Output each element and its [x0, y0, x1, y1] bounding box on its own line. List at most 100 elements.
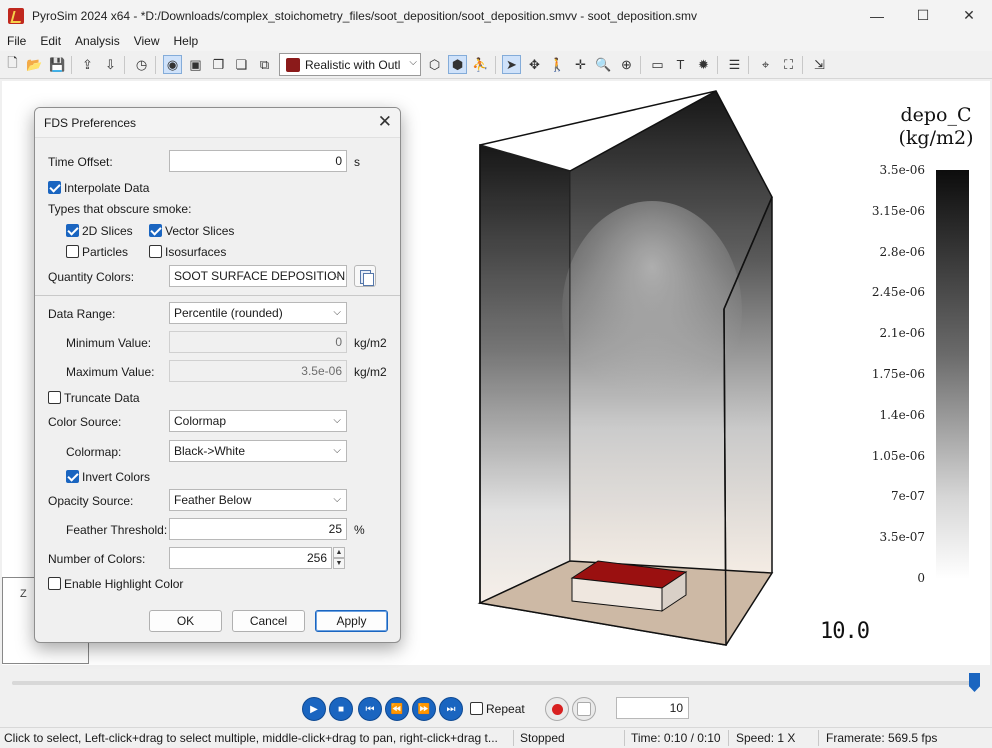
truncate-label: Truncate Data	[64, 391, 140, 405]
play-icon[interactable]: ▶	[302, 697, 326, 721]
reset-view-icon[interactable]: ⇲	[810, 55, 829, 74]
dialog-title: FDS Preferences	[44, 116, 137, 130]
ok-button[interactable]: OK	[149, 610, 222, 632]
render-mode-value: Realistic with Outl	[305, 57, 401, 72]
repeat-checkbox[interactable]	[470, 702, 483, 715]
opacity-source-label: Opacity Source:	[48, 494, 134, 508]
smoke-view-icon[interactable]: ◉	[163, 55, 182, 74]
menu-view[interactable]: View	[127, 31, 167, 51]
colorbar-title: depo_C (kg/m2)	[886, 104, 986, 150]
crosshair-icon[interactable]: ⌖	[756, 55, 775, 74]
cancel-button[interactable]: Cancel	[232, 610, 305, 632]
pan-icon[interactable]: ✛	[571, 55, 590, 74]
status-hint: Click to select, Left-click+drag to sele…	[4, 731, 498, 745]
min-value-input: 0	[169, 331, 347, 353]
clock-icon[interactable]: ◷	[132, 55, 151, 74]
export-icon[interactable]: ⇪	[78, 55, 97, 74]
orbit-icon[interactable]: ✥	[525, 55, 544, 74]
window-title: PyroSim 2024 x64 - *D:/Downloads/complex…	[32, 8, 697, 23]
2d-slices-checkbox[interactable]	[66, 224, 79, 237]
menu-analysis[interactable]: Analysis	[68, 31, 127, 51]
open-folder-icon[interactable]: 📂	[25, 55, 44, 74]
opacity-source-select[interactable]: Feather Below ⌵	[169, 489, 347, 511]
select-pointer-icon[interactable]: ➤	[502, 55, 521, 74]
menu-file[interactable]: File	[0, 31, 33, 51]
record-icon[interactable]	[545, 697, 569, 721]
particles-checkbox[interactable]	[66, 245, 79, 258]
copy-colors-icon[interactable]	[354, 265, 376, 287]
colormap-select[interactable]: Black->White ⌵	[169, 440, 347, 462]
text-icon[interactable]: T	[671, 55, 690, 74]
zoom-icon[interactable]: 🔍	[594, 55, 613, 74]
walk-icon[interactable]: 🚶	[548, 55, 567, 74]
step-forward-icon[interactable]: ⏩	[412, 697, 436, 721]
group-view-icon[interactable]: ❏	[232, 55, 251, 74]
person-view-icon[interactable]: ⛹	[471, 55, 490, 74]
isosurfaces-checkbox[interactable]	[149, 245, 162, 258]
time-offset-input[interactable]: 0	[169, 150, 347, 172]
close-icon[interactable]: ✕	[378, 112, 392, 132]
interpolate-checkbox[interactable]	[48, 181, 61, 194]
gear-icon[interactable]: ✹	[694, 55, 713, 74]
invert-colors-checkbox[interactable]	[66, 470, 79, 483]
title-bar: PyroSim 2024 x64 - *D:/Downloads/complex…	[0, 0, 992, 31]
render-mode-select[interactable]: Realistic with Outl ⌵	[279, 53, 421, 76]
maximize-button[interactable]: ☐	[900, 0, 946, 31]
colorbar-tick: 2.8e-06	[879, 244, 925, 259]
skip-to-start-icon[interactable]: ⏮	[358, 697, 382, 721]
time-offset-label: Time Offset:	[48, 155, 113, 169]
stop-record-icon[interactable]	[572, 697, 596, 721]
ruler-icon[interactable]: ▭	[648, 55, 667, 74]
status-speed: Speed: 1 X	[736, 731, 796, 745]
timeline-progress	[12, 681, 980, 685]
status-bar: Click to select, Left-click+drag to sele…	[0, 727, 992, 748]
max-value-label: Maximum Value:	[66, 365, 155, 379]
number-of-colors-input[interactable]: 256	[169, 547, 332, 569]
step-back-icon[interactable]: ⏪	[385, 697, 409, 721]
menu-help[interactable]: Help	[167, 31, 206, 51]
vector-slices-label: Vector Slices	[165, 224, 235, 238]
number-of-colors-label: Number of Colors:	[48, 552, 146, 566]
color-source-select[interactable]: Colormap ⌵	[169, 410, 347, 432]
fit-view-icon[interactable]: ⛶	[779, 55, 798, 74]
timeline-track[interactable]	[12, 681, 980, 685]
quantity-colors-select[interactable]: SOOT SURFACE DEPOSITION ⌵	[169, 265, 347, 287]
zoom-box-icon[interactable]: ⊕	[617, 55, 636, 74]
highlight-color-checkbox[interactable]	[48, 577, 61, 590]
spin-up-icon[interactable]: ▲	[333, 547, 345, 558]
chevron-down-icon: ⌵	[333, 307, 341, 318]
menu-edit[interactable]: Edit	[33, 31, 68, 51]
colorbar-tick: 0	[917, 571, 925, 585]
isosurfaces-label: Isosurfaces	[165, 245, 227, 259]
copy-view-icon[interactable]: ⧉	[255, 55, 274, 74]
import-icon[interactable]: ⇩	[101, 55, 120, 74]
opacity-source-value: Feather Below	[174, 493, 252, 507]
truncate-checkbox[interactable]	[48, 391, 61, 404]
colorbar-tick: 3.15e-06	[871, 203, 925, 218]
timeline-handle[interactable]	[969, 673, 980, 692]
colorbar-tick: 2.45e-06	[871, 285, 925, 300]
align-icon[interactable]: ☰	[725, 55, 744, 74]
minimize-button[interactable]: —	[854, 0, 900, 31]
wireframe-icon[interactable]: ⬡	[425, 55, 444, 74]
close-window-button[interactable]: ✕	[946, 0, 992, 31]
solid-box-icon[interactable]: ⬢	[448, 55, 467, 74]
frame-input[interactable]: 10	[616, 697, 689, 719]
time-offset-unit: s	[354, 155, 360, 169]
new-file-icon[interactable]: 🗋	[3, 55, 22, 74]
max-value-unit: kg/m2	[354, 365, 387, 379]
layer-view-icon[interactable]: ▣	[186, 55, 205, 74]
color-source-label: Color Source:	[48, 415, 122, 429]
colormap-value: Black->White	[174, 444, 246, 458]
data-range-select[interactable]: Percentile (rounded) ⌵	[169, 302, 347, 324]
spin-down-icon[interactable]: ▼	[333, 558, 345, 569]
apply-button[interactable]: Apply	[315, 610, 388, 632]
stop-icon[interactable]: ■	[329, 697, 353, 721]
save-icon[interactable]: 💾	[48, 55, 67, 74]
feather-threshold-input[interactable]: 25	[169, 518, 347, 540]
data-range-label: Data Range:	[48, 307, 116, 321]
skip-to-end-icon[interactable]: ⏭	[439, 697, 463, 721]
stack-view-icon[interactable]: ❐	[209, 55, 228, 74]
vector-slices-checkbox[interactable]	[149, 224, 162, 237]
particles-label: Particles	[82, 245, 129, 259]
